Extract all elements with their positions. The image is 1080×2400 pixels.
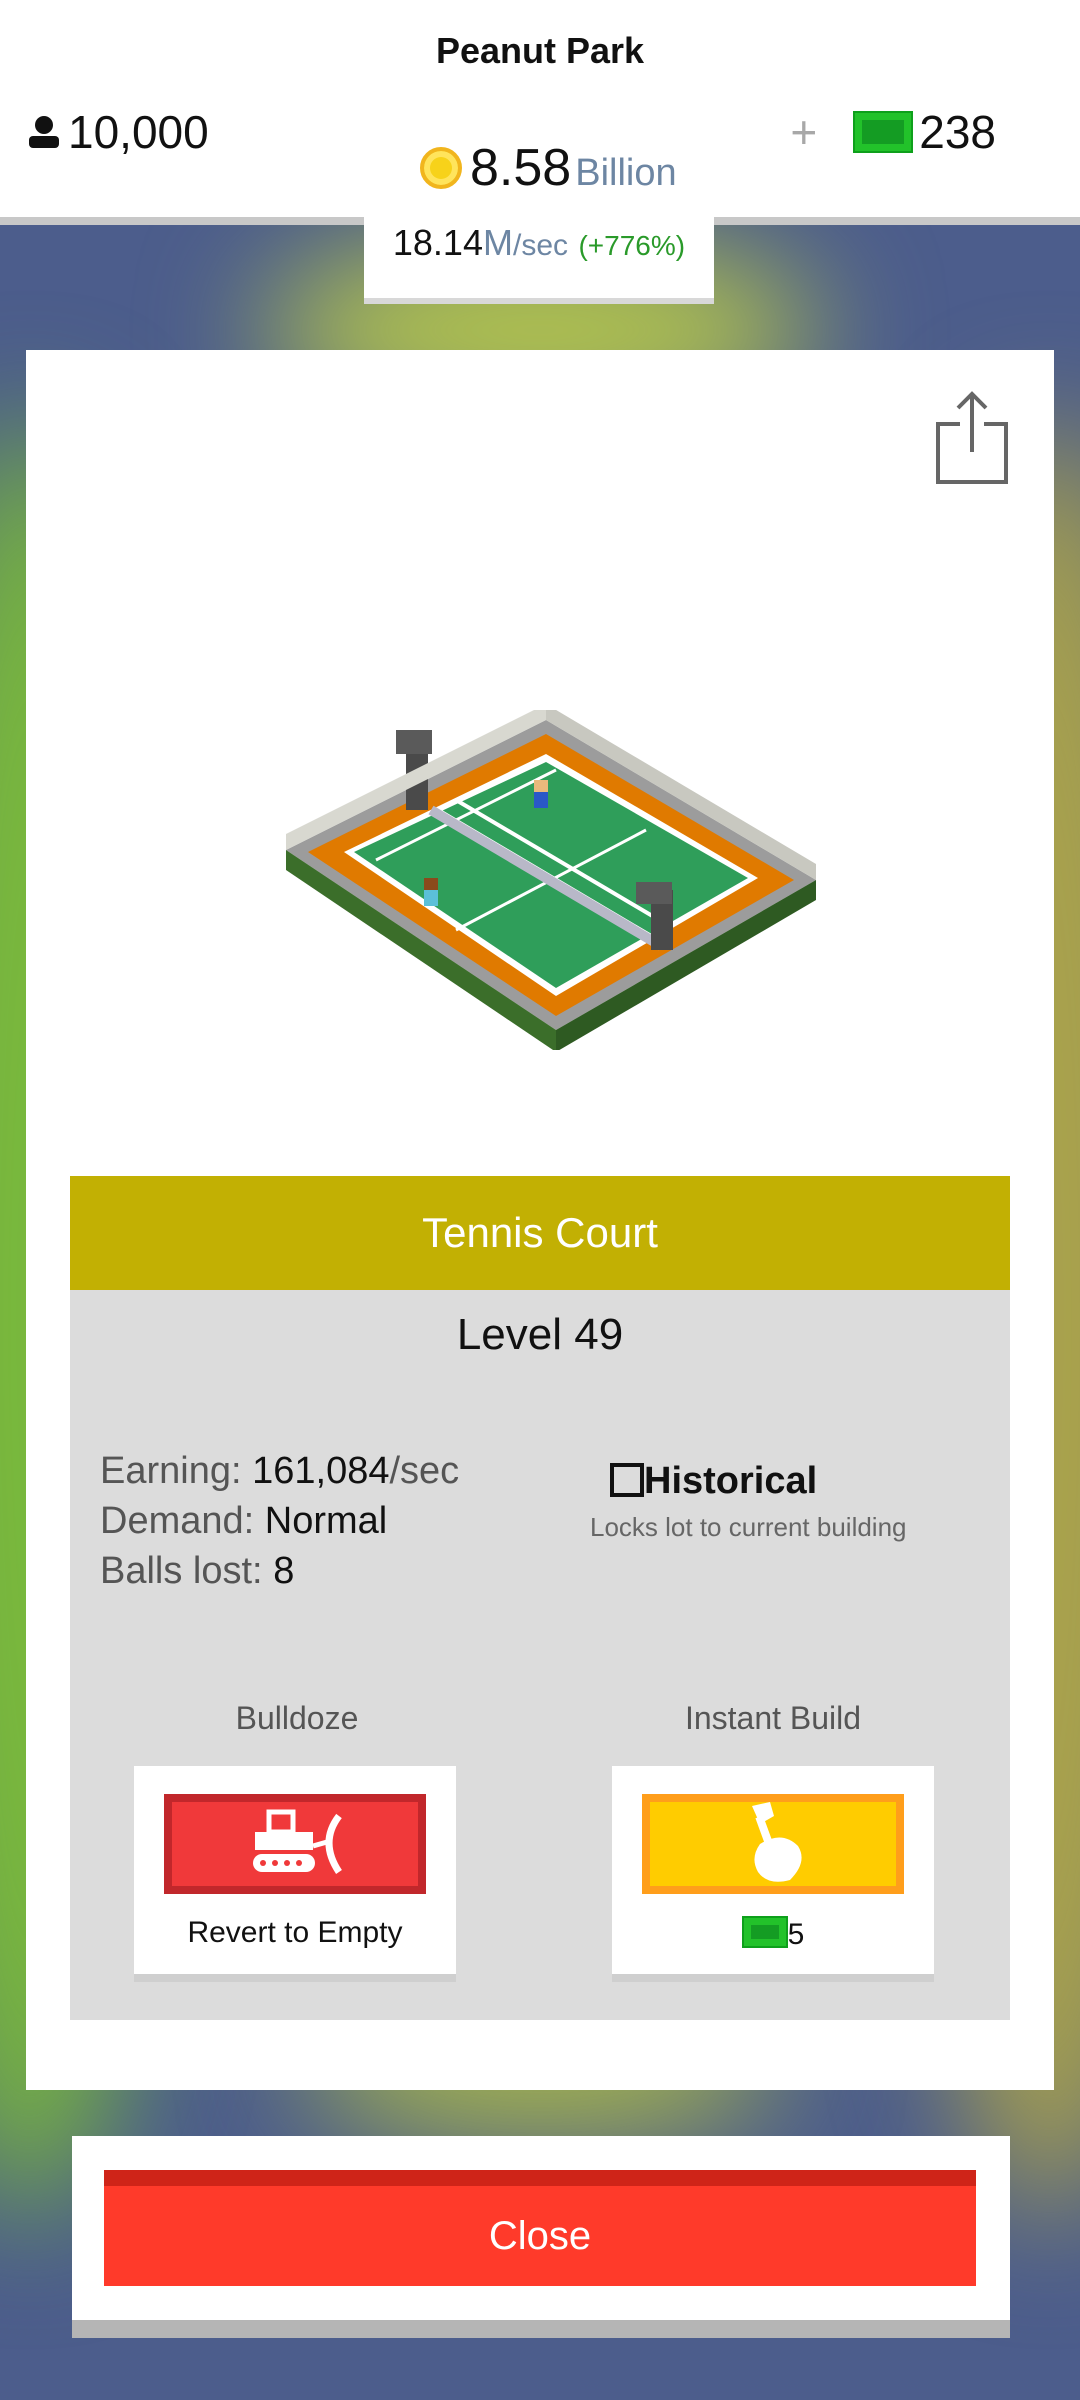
building-card: Tennis Court Level 49 Earning: 161,084/s…: [26, 350, 1054, 2090]
stat-balls-lost-label: Balls lost:: [100, 1550, 263, 1592]
instant-build-label: Instant Build: [684, 1700, 862, 1736]
instant-build-tile[interactable]: 5: [612, 1766, 934, 1974]
income-rate-panel: 18.14M/sec (+776%): [364, 210, 714, 298]
close-panel: Close: [72, 2136, 1010, 2320]
money-value: 8.58: [470, 139, 572, 197]
building-level: Level 49: [456, 1310, 624, 1359]
bulldoze-button[interactable]: [164, 1794, 426, 1894]
stat-earning-value: 161,084: [252, 1450, 390, 1492]
instant-build-button[interactable]: [642, 1794, 904, 1894]
stat-demand: Demand: Normal: [100, 1500, 387, 1543]
instant-build-cost-value: 5: [787, 1918, 805, 1951]
building-details: Level 49 Earning: 161,084/sec Demand: No…: [70, 1290, 1010, 2020]
population: 10,000: [26, 105, 209, 159]
income-rate-boost: (+776%): [578, 230, 686, 261]
historical-checkbox[interactable]: [610, 1463, 644, 1497]
top-bar: Peanut Park 10,000 8.58 Billion + 238: [0, 0, 1080, 225]
hammer-hand-icon: [752, 1802, 802, 1882]
coin-icon: [420, 147, 462, 189]
stat-earning-suffix: /sec: [389, 1450, 460, 1492]
historical-note: Locks lot to current building: [590, 1512, 907, 1542]
bulldoze-caption: Revert to Empty: [187, 1916, 403, 1949]
historical-label: Historical: [644, 1460, 818, 1502]
income-rate-value: 18.14: [392, 222, 483, 263]
close-button[interactable]: Close: [104, 2170, 976, 2286]
bulldoze-label: Bulldoze: [235, 1700, 359, 1736]
money-display: 8.58 Billion: [420, 138, 677, 198]
bulldozer-icon: [253, 1809, 342, 1874]
stat-earning-label: Earning:: [100, 1450, 242, 1492]
tennis-court-image: [286, 710, 816, 1050]
cash-display[interactable]: + 238: [790, 105, 996, 159]
person-icon: [29, 116, 59, 148]
population-value: 10,000: [68, 106, 209, 158]
cash-icon: [853, 111, 914, 153]
bulldoze-tile[interactable]: Revert to Empty: [134, 1766, 456, 1974]
money-unit: Billion: [575, 152, 677, 194]
stat-demand-value: Normal: [264, 1500, 388, 1542]
historical-toggle[interactable]: Historical: [610, 1460, 817, 1503]
cash-value: 238: [919, 106, 996, 158]
instant-build-cost: 5: [612, 1916, 934, 1952]
add-cash-button[interactable]: +: [790, 105, 817, 159]
stat-earning: Earning: 161,084/sec: [100, 1450, 459, 1493]
income-rate-unit: M: [482, 222, 513, 263]
stat-balls-lost-value: 8: [273, 1550, 295, 1592]
cash-icon: [741, 1916, 788, 1948]
share-icon[interactable]: [934, 390, 1010, 486]
building-name: Tennis Court: [70, 1176, 1010, 1290]
stat-demand-label: Demand:: [100, 1500, 255, 1542]
stat-balls-lost: Balls lost: 8: [100, 1550, 294, 1593]
park-name: Peanut Park: [435, 30, 645, 71]
income-rate-per-sec: /sec: [512, 229, 569, 262]
